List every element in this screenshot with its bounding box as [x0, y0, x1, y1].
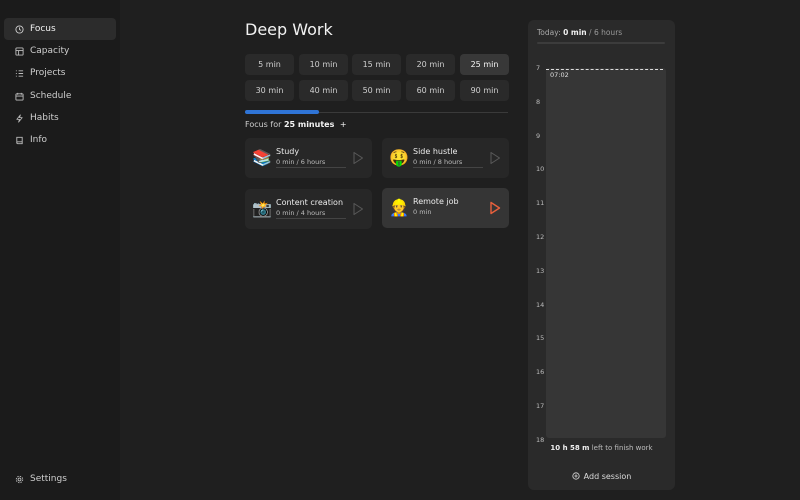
today-value: 0 min	[563, 28, 587, 37]
progress-fill	[245, 110, 319, 114]
book-icon	[14, 135, 24, 145]
project-card[interactable]: 📸 Content creation 0 min / 4 hours	[245, 189, 372, 229]
duration-option[interactable]: 10 min	[299, 54, 348, 75]
duration-option[interactable]: 60 min	[406, 80, 455, 101]
list-icon	[14, 68, 24, 78]
duration-option[interactable]: 30 min	[245, 80, 294, 101]
time-left-message: 10 h 58 m left to finish work	[528, 444, 675, 452]
hour-label: 16	[536, 368, 545, 376]
duration-option[interactable]: 5 min	[245, 54, 294, 75]
project-emoji: 👷	[389, 198, 409, 217]
duration-option[interactable]: 25 min	[460, 54, 509, 75]
bolt-icon	[14, 113, 24, 123]
sidebar-item-label: Schedule	[30, 91, 72, 101]
settings-label: Settings	[30, 474, 67, 484]
today-progress-bar	[537, 42, 665, 44]
sidebar-item-label: Projects	[30, 68, 66, 78]
duration-option[interactable]: 90 min	[460, 80, 509, 101]
play-icon[interactable]	[352, 202, 364, 216]
sidebar-item-habits[interactable]: Habits	[4, 107, 116, 129]
duration-option[interactable]: 20 min	[406, 54, 455, 75]
project-name: Side hustle	[413, 147, 458, 156]
project-emoji: 🤑	[389, 148, 409, 167]
sidebar-item-projects[interactable]: Projects	[4, 62, 116, 84]
layout-icon	[14, 46, 24, 56]
project-name: Content creation	[276, 198, 344, 207]
sidebar-item-label: Capacity	[30, 46, 70, 56]
today-summary: Today: 0 min / 6 hours	[537, 28, 622, 37]
project-card[interactable]: 🤑 Side hustle 0 min / 8 hours	[382, 138, 509, 178]
gear-icon	[14, 474, 24, 484]
project-progress-text: 0 min / 8 hours	[413, 158, 463, 166]
project-emoji: 📚	[252, 148, 272, 167]
project-progress-bar	[413, 167, 483, 168]
sidebar-item-info[interactable]: Info	[4, 129, 116, 151]
project-card[interactable]: 👷 Remote job 0 min	[382, 188, 509, 228]
play-icon[interactable]	[489, 151, 501, 165]
hour-label: 8	[536, 98, 541, 106]
hour-label: 15	[536, 334, 545, 342]
sidebar-item-settings[interactable]: Settings	[4, 468, 116, 490]
sidebar-item-label: Habits	[30, 113, 59, 123]
project-name: Remote job	[413, 197, 459, 206]
duration-option[interactable]: 15 min	[352, 54, 401, 75]
hour-label: 7	[536, 64, 541, 72]
hour-label: 18	[536, 436, 545, 444]
project-progress-bar	[276, 167, 346, 168]
hour-label: 10	[536, 165, 545, 173]
project-progress-bar	[276, 218, 346, 219]
clock-icon	[14, 24, 24, 34]
project-name: Study	[276, 147, 300, 156]
today-sep: /	[589, 28, 592, 37]
hour-label: 12	[536, 233, 545, 241]
add-session-button[interactable]: Add session	[528, 468, 675, 484]
sidebar-item-label: Focus	[30, 24, 56, 34]
sidebar-item-focus[interactable]: Focus	[4, 18, 116, 40]
sidebar: Focus Capacity Projects Schedule Habits …	[0, 0, 120, 500]
sidebar-item-schedule[interactable]: Schedule	[4, 85, 116, 107]
time-left-value: 10 h 58 m	[550, 444, 590, 452]
focus-duration-line: Focus for 25 minutes +	[245, 120, 347, 129]
project-progress-text: 0 min / 6 hours	[276, 158, 326, 166]
current-time-label: 07:02	[550, 71, 569, 79]
sidebar-item-capacity[interactable]: Capacity	[4, 40, 116, 62]
play-icon[interactable]	[352, 151, 364, 165]
focus-prefix: Focus for	[245, 120, 282, 129]
play-icon[interactable]	[489, 201, 501, 215]
project-card[interactable]: 📚 Study 0 min / 6 hours	[245, 138, 372, 178]
hour-label: 14	[536, 301, 545, 309]
time-left-suffix: left to finish work	[591, 444, 653, 452]
focus-value: 25 minutes	[283, 120, 335, 129]
today-label: Today:	[537, 28, 561, 37]
add-session-label: Add session	[583, 471, 632, 481]
hour-label: 11	[536, 199, 545, 207]
project-progress-text: 0 min / 4 hours	[276, 209, 326, 217]
hour-label: 13	[536, 267, 545, 275]
page-title: Deep Work	[245, 20, 333, 39]
duration-option[interactable]: 50 min	[352, 80, 401, 101]
duration-option[interactable]: 40 min	[299, 80, 348, 101]
calendar-icon	[14, 91, 24, 101]
day-timeline[interactable]	[546, 68, 666, 438]
plus-circle-icon	[572, 472, 580, 480]
today-goal: 6 hours	[593, 28, 623, 37]
current-time-line	[546, 69, 663, 70]
sidebar-item-label: Info	[30, 135, 48, 145]
project-progress-text: 0 min	[413, 208, 432, 216]
add-time-button[interactable]: +	[340, 120, 347, 129]
hour-label: 9	[536, 132, 541, 140]
project-emoji: 📸	[252, 199, 272, 218]
hour-label: 17	[536, 402, 545, 410]
